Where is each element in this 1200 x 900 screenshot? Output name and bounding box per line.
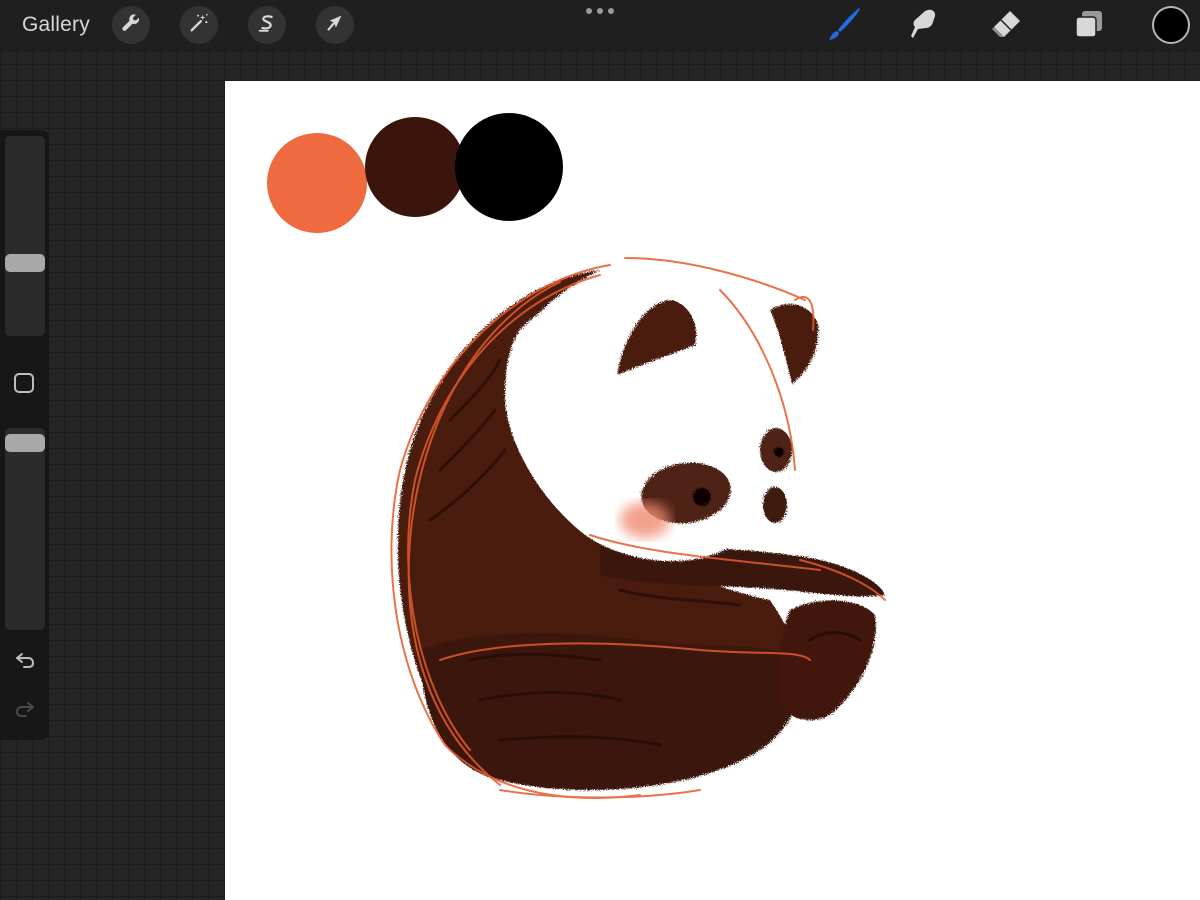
smudge-finger-icon [907, 7, 941, 46]
opacity-slider[interactable] [5, 428, 45, 630]
eraser-tool-button[interactable] [986, 6, 1026, 46]
redo-button[interactable] [12, 697, 38, 723]
square-modify-icon[interactable] [14, 373, 34, 393]
smudge-tool-button[interactable] [904, 6, 944, 46]
left-sidebar [0, 130, 49, 740]
arrow-cursor-icon [324, 12, 346, 39]
wrench-icon [120, 12, 142, 39]
more-dots-icon[interactable] [586, 4, 614, 18]
selection-s-icon [256, 12, 278, 39]
drawing-canvas[interactable] [225, 81, 1200, 900]
undo-button[interactable] [12, 648, 38, 674]
brush-size-slider[interactable] [5, 136, 45, 336]
layers-button[interactable] [1069, 6, 1109, 46]
procreate-window: Gallery [0, 0, 1200, 900]
actions-button[interactable] [112, 6, 150, 44]
undo-arrow-icon [13, 647, 37, 676]
artwork-panda-sketch [267, 113, 886, 799]
color-picker-swatch[interactable] [1154, 8, 1188, 42]
top-toolbar: Gallery [0, 0, 1200, 52]
brush-icon [825, 5, 863, 48]
transform-button[interactable] [316, 6, 354, 44]
magic-wand-icon [188, 12, 210, 39]
adjustments-button[interactable] [180, 6, 218, 44]
panda-drawing [390, 257, 886, 799]
palette-swatch-black [455, 113, 563, 221]
eraser-icon [989, 7, 1023, 46]
gallery-button[interactable]: Gallery [22, 13, 90, 37]
opacity-thumb[interactable] [5, 434, 45, 452]
palette-swatch-orange [267, 133, 367, 233]
selection-button[interactable] [248, 6, 286, 44]
redo-arrow-icon [13, 696, 37, 725]
layers-icon [1073, 8, 1105, 45]
palette-swatch-brown [365, 117, 465, 217]
brush-size-thumb[interactable] [5, 254, 45, 272]
brush-tool-button[interactable] [824, 6, 864, 46]
